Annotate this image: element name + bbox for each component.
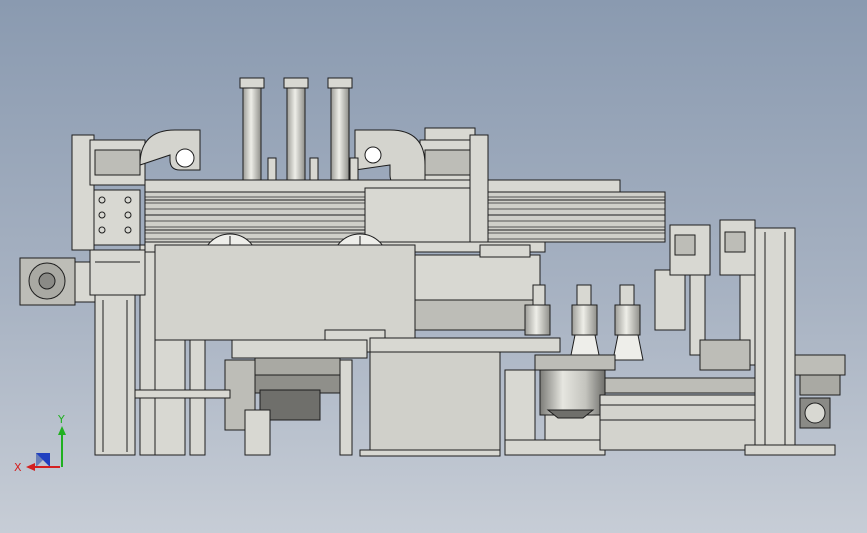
cad-viewport[interactable]: X Y — [0, 0, 867, 533]
axis-triad: X Y — [14, 413, 66, 474]
bowl-feeder — [504, 354, 616, 456]
y-axis-arrow — [58, 426, 66, 467]
machine-assembly-model[interactable] — [0, 0, 867, 533]
y-axis-label: Y — [57, 413, 65, 426]
spindle-tubes — [239, 77, 359, 181]
x-axis-label: X — [14, 461, 22, 474]
central-housing — [154, 244, 541, 353]
right-end-motor — [794, 354, 846, 429]
x-axis-arrow — [26, 463, 60, 471]
z-axis-marker — [36, 453, 50, 467]
right-conveyor — [599, 377, 761, 451]
right-vertical-towers — [654, 219, 756, 371]
